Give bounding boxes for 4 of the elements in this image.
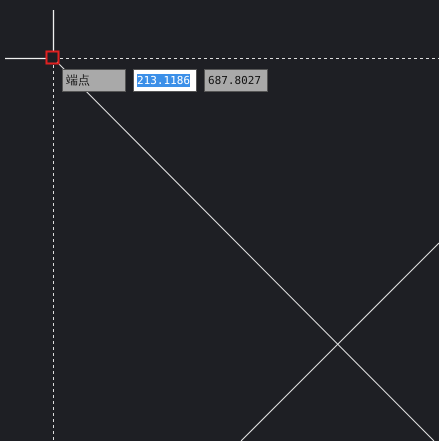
- snap-tooltip: 端点: [62, 69, 126, 92]
- snap-marker: [46, 50, 60, 64]
- crosshair-cursor: [5, 10, 54, 60]
- input-field[interactable]: 687.8027: [204, 69, 268, 92]
